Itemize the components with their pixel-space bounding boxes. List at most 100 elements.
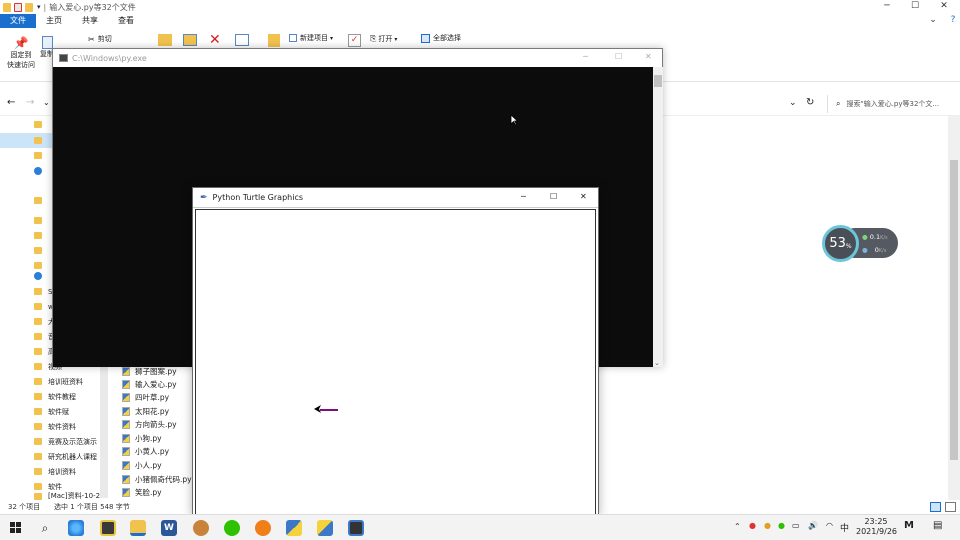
search-box[interactable]: ⌕ 搜索"输入爱心.py等32个文... xyxy=(827,95,947,113)
app-tray-icon[interactable]: M xyxy=(904,520,914,531)
wechat-tray-icon[interactable]: ● xyxy=(778,521,785,530)
folder-icon xyxy=(34,453,42,460)
close-icon[interactable]: ✕ xyxy=(929,0,959,13)
taskbar: ⌕ W ⌃ ● ● ● ▭ 🔊 ◠ 中 23:25 2021/9/26 M ▤ xyxy=(0,514,960,540)
python-idle-icon[interactable] xyxy=(286,520,302,536)
sidebar-item[interactable]: 竞赛及示范演示 xyxy=(34,434,110,449)
mouse-cursor-icon xyxy=(510,114,518,126)
tab-view[interactable]: 查看 xyxy=(108,14,144,28)
app-icon-2[interactable] xyxy=(193,520,209,536)
sidebar-item[interactable]: 软件教程 xyxy=(34,389,110,404)
tray-overflow-icon[interactable]: ⌃ xyxy=(734,522,741,531)
cloud-drive-icon xyxy=(34,166,42,175)
qq-icon[interactable]: ● xyxy=(764,521,771,530)
address-dropdown-icon[interactable]: ⌄ xyxy=(789,98,797,108)
new-item-button[interactable]: 新建项目 ▾ xyxy=(289,33,333,43)
scrollbar-thumb[interactable] xyxy=(654,75,662,87)
minimize-icon[interactable]: ─ xyxy=(583,52,588,61)
minimize-icon[interactable]: ─ xyxy=(521,192,526,201)
sidebar-item[interactable]: 培训班资料 xyxy=(34,374,110,389)
folder-icon xyxy=(34,137,42,144)
list-item[interactable]: 四叶草.py xyxy=(122,391,169,404)
folder-icon xyxy=(34,408,42,415)
folder-icon xyxy=(34,217,42,224)
list-item[interactable]: 小狗.py xyxy=(122,432,162,445)
clock[interactable]: 23:25 2021/9/26 xyxy=(856,517,897,537)
search-icon[interactable]: ⌕ xyxy=(37,520,53,536)
properties-icon[interactable] xyxy=(14,2,22,12)
python-file-icon xyxy=(122,475,130,484)
sidebar-item[interactable]: 培训资料 xyxy=(34,464,110,479)
recent-locations-icon[interactable]: ⌄ xyxy=(43,98,50,107)
dropdown-arrow-icon[interactable]: ▾ xyxy=(37,3,41,11)
console-scrollbar[interactable]: ⌄ xyxy=(653,67,663,367)
list-item[interactable]: 太阳花.py xyxy=(122,405,169,418)
list-item[interactable]: 小黄人.py xyxy=(122,445,169,458)
pin-quick-access-button[interactable]: 📌 固定到 快速访问 xyxy=(6,36,36,70)
ime-indicator[interactable]: 中 xyxy=(840,521,849,534)
move-to-icon[interactable] xyxy=(158,34,172,46)
search-tool-icon[interactable] xyxy=(255,520,271,536)
select-all-button[interactable]: 全部选择 xyxy=(421,33,461,43)
open-button[interactable]: ⎘ 打开 ▾ xyxy=(370,34,397,44)
feather-icon: ✒ xyxy=(200,192,208,203)
list-item[interactable]: 笑脸.py xyxy=(122,486,162,499)
battery-icon[interactable]: ▭ xyxy=(792,521,800,530)
widget-icon[interactable] xyxy=(68,520,84,536)
list-item[interactable]: 方向箭头.py xyxy=(122,418,177,431)
sidebar-item[interactable]: 软件赋 xyxy=(34,404,110,419)
notification-icon[interactable]: ▤ xyxy=(933,520,942,531)
wifi-icon[interactable]: ◠ xyxy=(826,521,833,530)
folder-icon xyxy=(34,303,42,310)
console-titlebar: C:\Windows\py.exe ─ ☐ ✕ xyxy=(53,49,662,67)
tab-file[interactable]: 文件 xyxy=(0,14,36,28)
copy-to-icon[interactable] xyxy=(183,34,197,46)
file-explorer-icon[interactable] xyxy=(130,520,146,536)
scroll-down-icon[interactable]: ⌄ xyxy=(654,359,660,367)
close-icon[interactable]: ✕ xyxy=(645,52,652,61)
folder-icon xyxy=(34,333,42,340)
tab-home[interactable]: 主页 xyxy=(36,14,72,28)
turtle-canvas[interactable] xyxy=(195,209,596,515)
maximize-icon[interactable]: ☐ xyxy=(900,0,930,13)
list-item[interactable]: 输入爱心.py xyxy=(122,378,177,391)
sidebar-item[interactable]: 研究机器人课程 xyxy=(34,449,110,464)
python-file-icon xyxy=(122,420,130,429)
new-folder-button[interactable] xyxy=(268,34,280,47)
list-item[interactable]: 小人.py xyxy=(122,459,162,472)
pin-icon: 📌 xyxy=(13,36,29,50)
search-input[interactable]: 搜索"输入爱心.py等32个文... xyxy=(846,99,939,109)
rename-icon[interactable] xyxy=(235,34,249,46)
volume-icon[interactable]: 🔊 xyxy=(808,521,818,530)
cut-button[interactable]: ✂ 剪切 xyxy=(88,34,112,44)
large-icons-view-icon[interactable] xyxy=(945,502,956,512)
maximize-icon[interactable]: ☐ xyxy=(615,52,622,61)
word-icon[interactable]: W xyxy=(161,520,177,536)
help-icon[interactable]: ? xyxy=(938,14,960,27)
refresh-icon[interactable]: ↻ xyxy=(806,97,814,108)
back-icon[interactable]: ← xyxy=(7,97,15,108)
network-speed-widget[interactable]: 53% ● 0.1K/s ● 0K/s xyxy=(822,225,898,262)
maximize-icon[interactable]: ☐ xyxy=(550,192,557,201)
minimize-icon[interactable]: ─ xyxy=(872,0,902,13)
item-count: 32 个项目 xyxy=(8,503,41,511)
close-icon[interactable]: ✕ xyxy=(580,192,587,201)
wechat-icon[interactable] xyxy=(224,520,240,536)
turtle-pen-icon xyxy=(314,405,338,413)
scrollbar-thumb[interactable] xyxy=(950,160,958,460)
details-view-icon[interactable] xyxy=(930,502,941,512)
sidebar-scrollbar[interactable] xyxy=(100,365,108,498)
sidebar-item[interactable]: 软件资料 xyxy=(34,419,110,434)
folder-icon xyxy=(3,2,11,12)
list-item[interactable]: 小猪佩奇代码.py xyxy=(122,473,192,486)
tab-share[interactable]: 共享 xyxy=(72,14,108,28)
properties-button[interactable]: ✓ xyxy=(348,34,361,47)
start-icon[interactable] xyxy=(8,520,24,536)
delete-icon[interactable]: ✕ xyxy=(209,32,221,48)
python-console-icon[interactable] xyxy=(348,520,364,536)
app-icon-1[interactable] xyxy=(100,520,116,536)
python-launcher-icon[interactable] xyxy=(317,520,333,536)
forward-icon[interactable]: → xyxy=(26,97,34,108)
new-folder-icon[interactable] xyxy=(25,2,33,12)
tray-app-icon[interactable]: ● xyxy=(749,521,756,530)
